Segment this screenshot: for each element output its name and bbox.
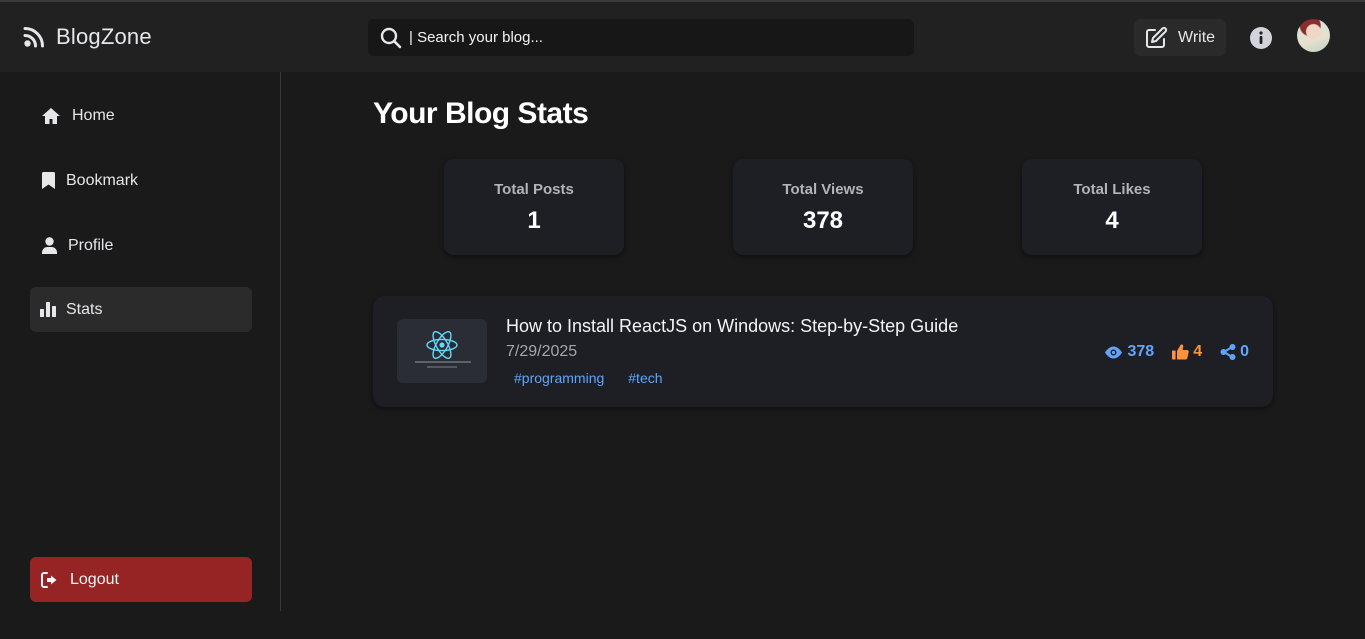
post-thumbnail[interactable] [397, 319, 487, 383]
post-title[interactable]: How to Install ReactJS on Windows: Step-… [506, 316, 958, 337]
sidebar-item-bookmark[interactable]: Bookmark [30, 158, 252, 203]
search-icon [379, 26, 403, 50]
search-input[interactable] [409, 19, 914, 56]
stat-value: 4 [1105, 207, 1119, 234]
stat-card-total-likes: Total Likes 4 [1022, 159, 1202, 255]
share-icon [1220, 344, 1236, 360]
write-label: Write [1178, 28, 1216, 46]
logout-label: Logout [70, 570, 119, 588]
shares-metric: 0 [1220, 343, 1249, 361]
sidebar-item-label: Profile [68, 236, 114, 254]
write-button[interactable]: Write [1134, 19, 1226, 56]
top-bar: BlogZone Write [0, 2, 1365, 72]
post-tags: #programming #tech [506, 370, 679, 386]
tag-programming[interactable]: #programming [506, 370, 612, 386]
logout-button[interactable]: Logout [30, 557, 252, 602]
stat-value: 378 [802, 207, 844, 234]
stat-label: Total Likes [1073, 181, 1151, 198]
views-metric: 378 [1104, 343, 1154, 361]
bar-chart-icon [40, 302, 56, 317]
sign-out-icon [40, 571, 60, 588]
sidebar: Home Bookmark Profile Stats Logout [0, 72, 281, 611]
sidebar-item-profile[interactable]: Profile [30, 223, 252, 268]
sidebar-item-stats[interactable]: Stats [30, 287, 252, 332]
info-button[interactable] [1249, 26, 1273, 50]
home-icon [40, 107, 62, 125]
edit-icon [1144, 26, 1168, 50]
user-icon [40, 237, 58, 254]
shares-count: 0 [1240, 343, 1249, 360]
sidebar-item-home[interactable]: Home [30, 93, 252, 138]
post-metrics: 378 4 0 [1104, 343, 1249, 361]
sidebar-item-label: Bookmark [66, 171, 139, 189]
eye-icon [1105, 346, 1123, 358]
page-title: Your Blog Stats [373, 97, 589, 130]
info-icon [1250, 27, 1272, 49]
stat-label: Total Views [782, 181, 864, 198]
thumbnail-caption [427, 366, 457, 368]
react-logo-icon [426, 331, 458, 359]
stat-value: 1 [527, 207, 541, 234]
post-card[interactable]: How to Install ReactJS on Windows: Step-… [373, 296, 1273, 407]
likes-metric: 4 [1172, 343, 1202, 361]
views-count: 378 [1127, 343, 1155, 360]
stat-label: Total Posts [494, 181, 574, 198]
blog-feed-icon [22, 25, 46, 49]
stat-card-total-posts: Total Posts 1 [444, 159, 624, 255]
likes-count: 4 [1193, 343, 1203, 360]
user-avatar[interactable] [1297, 19, 1330, 52]
bookmark-icon [40, 172, 56, 189]
app-name: BlogZone [56, 24, 152, 49]
thumbnail-caption [415, 361, 471, 363]
tag-tech[interactable]: #tech [620, 370, 670, 386]
thumbs-up-icon [1172, 344, 1189, 360]
stat-card-total-views: Total Views 378 [733, 159, 913, 255]
post-date: 7/29/2025 [506, 343, 578, 360]
app-logo[interactable]: BlogZone [22, 24, 152, 50]
sidebar-item-label: Stats [66, 300, 103, 318]
search-bar [368, 19, 914, 56]
sidebar-item-label: Home [72, 106, 115, 124]
